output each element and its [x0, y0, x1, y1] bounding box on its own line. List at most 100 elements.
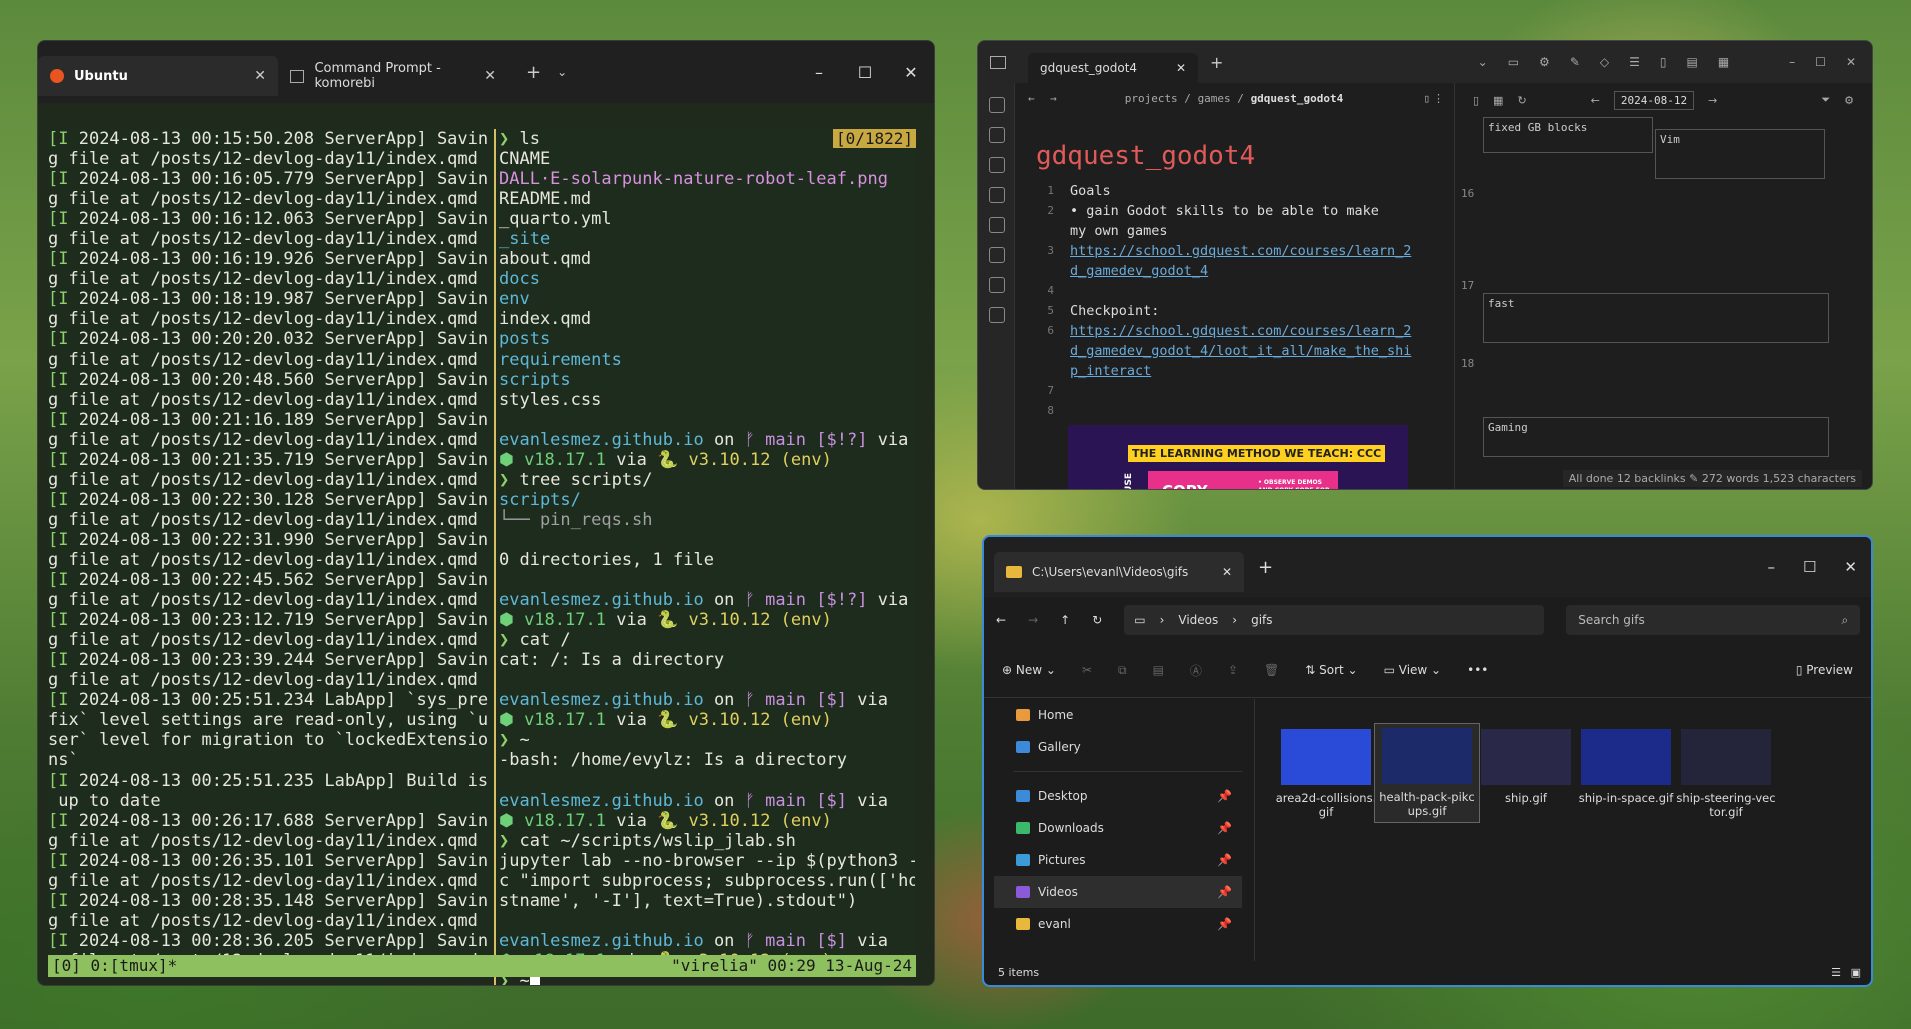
pin-icon[interactable]: 📌: [1217, 885, 1232, 899]
sidebar-item-downloads[interactable]: Downloads 📌: [994, 812, 1242, 844]
file-item[interactable]: health-pack-pikc ups.gif: [1374, 723, 1480, 823]
note-line[interactable]: d_gamedev_godot_4/loot_it_all/make_the_s…: [1014, 341, 1454, 361]
view-button[interactable]: ▭ View ⌄: [1384, 663, 1442, 677]
file-explorer-window[interactable]: C:\Users\evanl\Videos\gifs ✕ + – ☐ ✕ ← →…: [982, 535, 1873, 987]
note-line[interactable]: 8: [1014, 401, 1454, 421]
pin-icon[interactable]: 📌: [1217, 853, 1232, 867]
note-link[interactable]: p_interact: [1070, 363, 1151, 379]
details-view-icon[interactable]: ☰: [1831, 961, 1841, 985]
kanban-pane[interactable]: ▯ ▦ ↻ ← 2024-08-12 → ⏷ ⚙ fixed GB blocks…: [1454, 83, 1872, 489]
list-icon[interactable]: ☰: [1629, 55, 1640, 69]
file-icon[interactable]: ▯: [1660, 55, 1667, 69]
tab-ubuntu[interactable]: Ubuntu ✕: [38, 56, 278, 96]
back-icon[interactable]: ←: [996, 613, 1006, 627]
daily-note-icon[interactable]: [989, 187, 1005, 203]
tab-folder[interactable]: C:\Users\evanl\Videos\gifs ✕: [994, 552, 1244, 592]
note-line[interactable]: d_gamedev_godot_4: [1014, 261, 1454, 281]
file-item[interactable]: ship-steering-vec tor.gif: [1674, 729, 1778, 819]
tag-icon[interactable]: ◇: [1600, 55, 1609, 69]
pin-icon[interactable]: 📌: [1217, 917, 1232, 931]
preview-button[interactable]: ▯ Preview: [1796, 663, 1853, 677]
tmux-pane-left[interactable]: [I 2024-08-13 00:15:50.208 ServerApp] Sa…: [48, 129, 490, 971]
note-link[interactable]: https://school.gdquest.com/courses/learn…: [1070, 243, 1411, 259]
navigation-pane[interactable]: Home Gallery Desktop 📌 Downloads 📌 Pictures 📌 Vi…: [994, 699, 1242, 961]
share-icon[interactable]: ⇪: [1228, 663, 1238, 677]
sidebar-item-videos[interactable]: Videos 📌: [994, 876, 1242, 908]
maximize-icon[interactable]: ☐: [1815, 55, 1826, 69]
path-gifs[interactable]: gifs: [1251, 613, 1272, 627]
minimize-icon[interactable]: –: [1767, 558, 1775, 576]
date-field[interactable]: 2024-08-12: [1613, 90, 1695, 110]
next-icon[interactable]: →: [1708, 94, 1717, 107]
kanban-card[interactable]: fast: [1483, 293, 1829, 343]
up-icon[interactable]: ↑: [1060, 613, 1070, 627]
graph-icon[interactable]: ⚙: [1539, 55, 1550, 69]
obsidian-window[interactable]: gdquest_godot4 ✕ + ⌄ ▭ ⚙ ✎ ◇ ☰ ▯ ▤ ▦ – ☐…: [977, 40, 1873, 490]
note-pane[interactable]: ← → projects / games / gdquest_godot4 ▯ …: [1014, 83, 1454, 489]
close-icon[interactable]: ✕: [254, 68, 266, 84]
delete-icon[interactable]: 🗑: [1264, 663, 1279, 677]
maximize-icon[interactable]: ☐: [1803, 558, 1816, 576]
close-icon[interactable]: ✕: [1176, 61, 1186, 75]
search-input[interactable]: Search gifs ⌕: [1566, 605, 1861, 635]
maximize-icon[interactable]: ☐: [842, 63, 888, 82]
note-line[interactable]: 5 Checkpoint:: [1014, 301, 1454, 321]
tmux-panes[interactable]: [I 2024-08-13 00:15:50.208 ServerApp] Sa…: [48, 129, 916, 985]
close-icon[interactable]: ✕: [1844, 558, 1857, 576]
new-tab-icon[interactable]: +: [1210, 53, 1223, 72]
more-icon[interactable]: •••: [1467, 663, 1488, 677]
calendar-icon[interactable]: [989, 307, 1005, 323]
refresh-icon[interactable]: ↻: [1517, 94, 1526, 107]
note-line[interactable]: 6 https://school.gdquest.com/courses/lear…: [1014, 321, 1454, 341]
forward-icon[interactable]: →: [1050, 92, 1057, 105]
note-link[interactable]: d_gamedev_godot_4/loot_it_all/make_the_s…: [1070, 343, 1411, 359]
filter-icon[interactable]: ⏷: [1821, 93, 1830, 107]
prev-icon[interactable]: ←: [1591, 94, 1600, 107]
pane-splitter[interactable]: [1254, 699, 1255, 961]
graph-icon[interactable]: [989, 127, 1005, 143]
tab-note[interactable]: gdquest_godot4 ✕: [1028, 53, 1198, 83]
pane-divider[interactable]: [494, 129, 496, 985]
note-line[interactable]: 1 Goals: [1014, 181, 1454, 201]
rename-icon[interactable]: Ⓐ: [1190, 662, 1202, 679]
new-button[interactable]: ⊕ New ⌄: [1002, 663, 1056, 677]
switcher-icon[interactable]: [989, 97, 1005, 113]
sort-button[interactable]: ⇅ Sort ⌄: [1305, 663, 1357, 677]
refresh-icon[interactable]: ↻: [1092, 613, 1102, 627]
crumb-projects[interactable]: projects: [1125, 92, 1178, 105]
close-icon[interactable]: ✕: [484, 68, 496, 84]
note-line[interactable]: my own games: [1014, 221, 1454, 241]
cut-icon[interactable]: ✂: [1082, 663, 1092, 677]
note-link[interactable]: d_gamedev_godot_4: [1070, 263, 1208, 279]
back-icon[interactable]: ←: [1028, 92, 1035, 105]
kanban-board[interactable]: fixed GB blocks Vim 16 17 fast 18 Gaming: [1455, 117, 1872, 469]
terminal-icon[interactable]: [989, 247, 1005, 263]
note-body[interactable]: 1 Goals 2 • gain Godot skills to be able t…: [1014, 181, 1454, 421]
new-tab-icon[interactable]: +: [526, 62, 541, 83]
canvas-icon[interactable]: [989, 157, 1005, 173]
sidebar-item-pictures[interactable]: Pictures 📌: [994, 844, 1242, 876]
kanban-card[interactable]: fixed GB blocks: [1483, 117, 1653, 153]
sidebar-item-home[interactable]: Home: [994, 699, 1242, 731]
tab-command-prompt[interactable]: Command Prompt - komorebi ✕: [278, 56, 508, 96]
kanban-card[interactable]: Gaming: [1483, 417, 1829, 457]
note-line[interactable]: p_interact: [1014, 361, 1454, 381]
mic-icon[interactable]: [989, 277, 1005, 293]
crumb-games[interactable]: games: [1198, 92, 1231, 105]
close-icon[interactable]: ✕: [1846, 55, 1856, 69]
minimize-icon[interactable]: –: [796, 63, 842, 82]
sidebar-item-desktop[interactable]: Desktop 📌: [994, 780, 1242, 812]
plugin-icon[interactable]: ✎: [1570, 55, 1580, 69]
note-line[interactable]: 4: [1014, 281, 1454, 301]
calendar-icon[interactable]: ▦: [1718, 55, 1729, 69]
sidebar-item-gallery[interactable]: Gallery: [994, 731, 1242, 763]
file-item[interactable]: ship.gif: [1474, 729, 1578, 805]
pin-icon[interactable]: 📌: [1217, 821, 1232, 835]
table-icon[interactable]: ▦: [1493, 94, 1503, 107]
close-icon[interactable]: ✕: [1222, 565, 1232, 579]
templates-icon[interactable]: [989, 217, 1005, 233]
chevron-down-icon[interactable]: ⌄: [1478, 55, 1488, 69]
address-bar[interactable]: ▭ › Videos › gifs: [1124, 605, 1545, 635]
new-tab-icon[interactable]: +: [1258, 557, 1273, 578]
tmux-pane-right[interactable]: ❯ ls CNAME DALL·E-solarpunk-nature-robot-l…: [499, 129, 915, 985]
